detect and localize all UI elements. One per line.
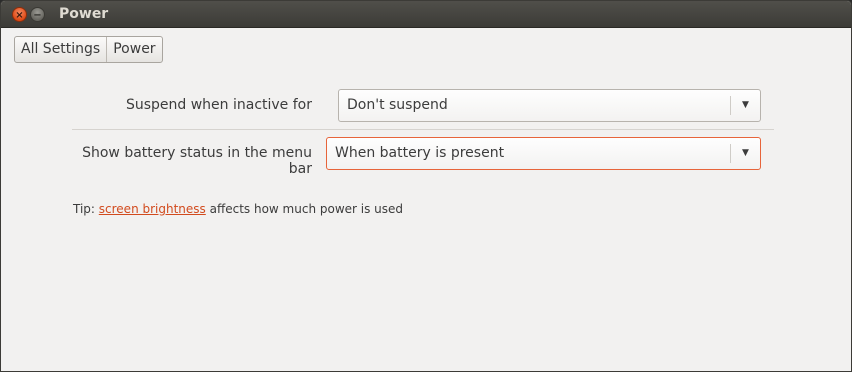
close-icon[interactable]: ×: [12, 7, 27, 22]
minimize-icon[interactable]: −: [30, 7, 45, 22]
settings-window: × − Power All Settings Power Suspend whe…: [0, 0, 852, 372]
breadcrumb-power[interactable]: Power: [106, 37, 161, 62]
suspend-label: Suspend when inactive for: [125, 97, 312, 113]
suspend-dropdown[interactable]: Don't suspend ▼: [338, 89, 761, 122]
separator: [72, 129, 774, 130]
tip-text: Tip: screen brightness affects how much …: [73, 202, 403, 216]
chevron-down-icon: ▼: [730, 144, 760, 163]
battery-status-dropdown-value: When battery is present: [335, 145, 505, 161]
chevron-down-icon: ▼: [730, 96, 760, 115]
breadcrumb-all-settings[interactable]: All Settings: [15, 37, 106, 62]
window-title: Power: [59, 6, 109, 22]
title-bar[interactable]: × − Power: [1, 1, 851, 28]
tip-prefix: Tip:: [73, 202, 99, 216]
suspend-dropdown-value: Don't suspend: [347, 97, 448, 113]
tip-suffix: affects how much power is used: [205, 202, 404, 216]
screen-brightness-link[interactable]: screen brightness: [99, 202, 206, 216]
breadcrumb: All Settings Power: [14, 36, 163, 63]
battery-status-dropdown[interactable]: When battery is present ▼: [326, 137, 761, 170]
battery-status-label: Show battery status in the menu bar: [82, 145, 312, 177]
